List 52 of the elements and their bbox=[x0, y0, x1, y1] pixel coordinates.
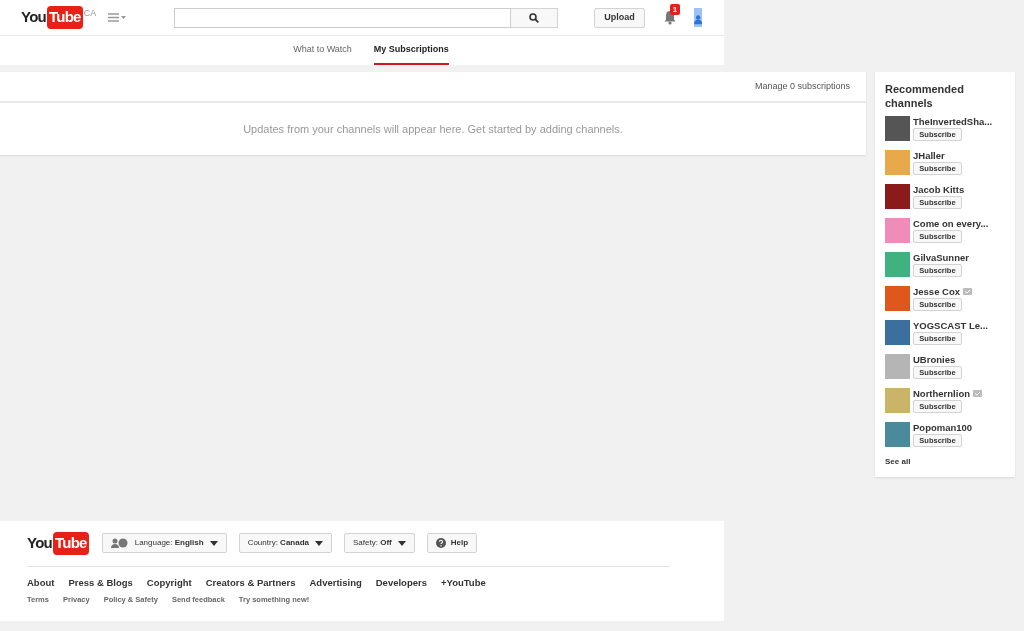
people-icon bbox=[110, 538, 129, 549]
channel-name[interactable]: Jesse Cox bbox=[913, 286, 960, 297]
help-button[interactable]: Help bbox=[426, 533, 478, 554]
upload-button[interactable]: Upload bbox=[594, 7, 645, 28]
tab[interactable]: What to Watch bbox=[293, 36, 352, 65]
caret-icon bbox=[397, 540, 406, 546]
channel-avatar[interactable] bbox=[885, 320, 910, 345]
channel-name[interactable]: YOGSCAST Le... bbox=[913, 320, 988, 331]
footer-link[interactable]: Developers bbox=[375, 575, 427, 590]
channel-name[interactable]: JHaller bbox=[913, 150, 945, 161]
selector-button[interactable]: Language: English bbox=[101, 533, 227, 554]
footer-link[interactable]: About bbox=[27, 575, 55, 590]
menu-icon bbox=[108, 13, 120, 22]
channel-avatar[interactable] bbox=[885, 218, 910, 243]
empty-feed-message: Updates from your channels will appear here. Get started by adding channels. bbox=[243, 121, 623, 137]
channel-avatar[interactable] bbox=[885, 116, 910, 141]
channel-name[interactable]: TheInvertedSha... bbox=[913, 116, 993, 127]
channel-name[interactable]: Jacob Kitts bbox=[913, 184, 965, 195]
footer-link[interactable]: Creators & Partners bbox=[205, 575, 296, 590]
channel-avatar[interactable] bbox=[885, 252, 910, 277]
tab[interactable]: My Subscriptions bbox=[373, 36, 449, 65]
search-button[interactable] bbox=[511, 7, 559, 28]
channel-avatar[interactable] bbox=[885, 286, 910, 311]
manage-subscriptions-link[interactable]: Manage 0 subscriptions bbox=[754, 79, 850, 94]
footer-link[interactable]: Advertising bbox=[309, 575, 362, 590]
caret-icon bbox=[209, 540, 218, 546]
footer-link[interactable]: Press & Blogs bbox=[68, 575, 133, 590]
selector-button[interactable]: Safety: Off bbox=[344, 533, 415, 554]
footer-link[interactable]: +YouTube bbox=[441, 575, 486, 590]
footer-link[interactable]: Copyright bbox=[146, 575, 192, 590]
channel-name[interactable]: UBronies bbox=[913, 354, 956, 365]
channel-name[interactable]: GilvaSunner bbox=[913, 252, 969, 263]
recommended-title: Recommended channels bbox=[885, 82, 965, 110]
region-label: CA bbox=[83, 7, 97, 20]
selector-button[interactable]: Country: Canada bbox=[238, 533, 332, 554]
channel-avatar[interactable] bbox=[885, 150, 910, 175]
channel-avatar[interactable] bbox=[885, 354, 910, 379]
channel-name[interactable]: Come on every... bbox=[913, 218, 989, 229]
menu-button[interactable] bbox=[108, 13, 127, 22]
see-all-link[interactable]: See all bbox=[885, 456, 1005, 468]
channel-avatar[interactable] bbox=[885, 184, 910, 209]
channel-avatar[interactable] bbox=[885, 422, 910, 447]
caret-icon bbox=[315, 540, 323, 546]
channel-name[interactable]: Northernlion bbox=[913, 388, 970, 399]
help-icon bbox=[435, 538, 446, 549]
channel-name[interactable]: Popoman100 bbox=[913, 422, 973, 433]
channel-avatar[interactable] bbox=[885, 388, 910, 413]
caret-icon bbox=[121, 16, 127, 19]
search-field[interactable] bbox=[174, 7, 512, 28]
search-icon bbox=[529, 12, 540, 23]
notification-badge: 1 bbox=[669, 4, 681, 15]
avatar-icon[interactable] bbox=[693, 8, 702, 27]
